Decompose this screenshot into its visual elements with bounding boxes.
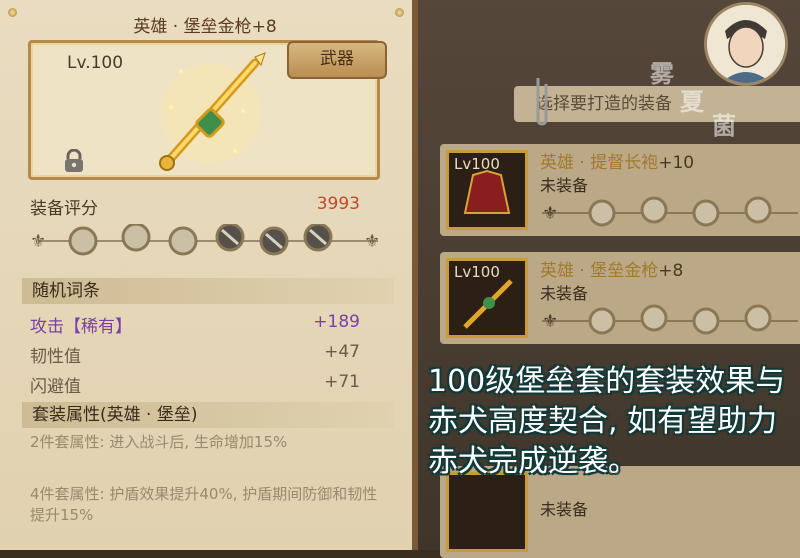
stat-name: 攻击【稀有】	[30, 317, 132, 337]
stat-value: +189	[313, 312, 360, 332]
random-attributes-header: 随机词条	[22, 278, 394, 304]
gem-slot-icon	[121, 224, 151, 252]
equipment-list-item[interactable]: Lv100 英雄 · 提督长袍+10 未装备 ⚜	[440, 144, 800, 236]
gem-slot-icon	[640, 304, 668, 332]
gem-slot-locked-icon	[303, 224, 333, 252]
gem-slot-icon	[640, 196, 668, 224]
spear-icon: Lv100	[446, 258, 528, 338]
set-bonus-2: 2件套属性: 进入战斗后, 生命增加15%	[30, 433, 288, 451]
gem-slot-icon	[692, 199, 720, 227]
item-state: 未装备	[540, 176, 589, 195]
gem-slot-icon	[588, 307, 616, 335]
stat-row: 闪避值 +71	[30, 372, 360, 398]
stat-row: 攻击【稀有】 +189	[30, 312, 360, 338]
stat-row: 韧性值 +47	[30, 342, 360, 368]
gem-slot-icon	[68, 226, 98, 256]
gem-slot-locked-icon	[259, 226, 289, 256]
watermark-char: 雾	[650, 60, 674, 88]
stat-name: 闪避值	[30, 377, 81, 397]
gem-slot-row: ⚜	[542, 196, 798, 227]
gem-slot-icon	[744, 304, 772, 332]
item-name: 英雄 · 堡垒金枪+8	[540, 261, 684, 281]
item-state: 未装备	[540, 500, 589, 519]
equipment-score-row: 装备评分 3993	[30, 194, 370, 219]
list-header: 选择要打造的装备	[514, 86, 800, 122]
spear-icon	[159, 52, 266, 171]
equipment-preview: Lv.100 武器	[28, 40, 387, 180]
watermark-char: 夏	[680, 88, 704, 116]
equipment-list-item[interactable]: Lv100 英雄 · 堡垒金枪+8 未装备 ⚜	[440, 252, 800, 344]
score-label: 装备评分	[30, 199, 98, 219]
category-tab-weapon[interactable]: 武器	[287, 41, 387, 79]
svg-text:⚜: ⚜	[542, 203, 558, 224]
score-value: 3993	[316, 194, 360, 214]
level-label: Lv.100	[67, 53, 124, 73]
svg-text:⚜: ⚜	[30, 231, 46, 252]
gem-slot-row: ⚜ ⚜	[30, 224, 380, 256]
gem-slot-row: ⚜	[542, 304, 798, 335]
gem-slot-icon	[744, 196, 772, 224]
robe-icon: Lv100	[446, 150, 528, 230]
svg-text:⚜: ⚜	[542, 311, 558, 332]
stat-value: +47	[324, 342, 360, 362]
stat-name: 韧性值	[30, 347, 81, 367]
paperclip-icon	[536, 78, 548, 126]
lock-icon[interactable]	[63, 149, 85, 173]
equipment-detail-panel: 英雄 · 堡垒金枪+8 Lv.100 武器 装备评分 3993 ⚜ ⚜ 随机词条…	[0, 0, 418, 550]
set-bonus-4: 4件套属性: 护盾效果提升40%, 护盾期间防御和韧性提升15%	[30, 485, 378, 524]
svg-text:⚜: ⚜	[364, 231, 380, 252]
watermark-char: 菌	[712, 112, 736, 140]
caption-text: 100级堡垒套的套装效果与赤犬高度契合, 如有望助力赤犬完成逆袭。	[428, 364, 786, 479]
item-state: 未装备	[540, 284, 589, 303]
armor-icon	[446, 472, 528, 552]
gem-slot-locked-icon	[215, 224, 245, 252]
gem-slot-icon	[692, 307, 720, 335]
stat-value: +71	[324, 372, 360, 392]
set-attributes-header: 套装属性(英雄 · 堡垒)	[22, 402, 394, 428]
equipment-title: 英雄 · 堡垒金枪+8	[133, 17, 277, 37]
gem-slot-icon	[588, 199, 616, 227]
gem-slot-icon	[168, 226, 198, 256]
item-name: 英雄 · 提督长袍+10	[540, 153, 695, 173]
player-avatar[interactable]	[704, 2, 788, 86]
